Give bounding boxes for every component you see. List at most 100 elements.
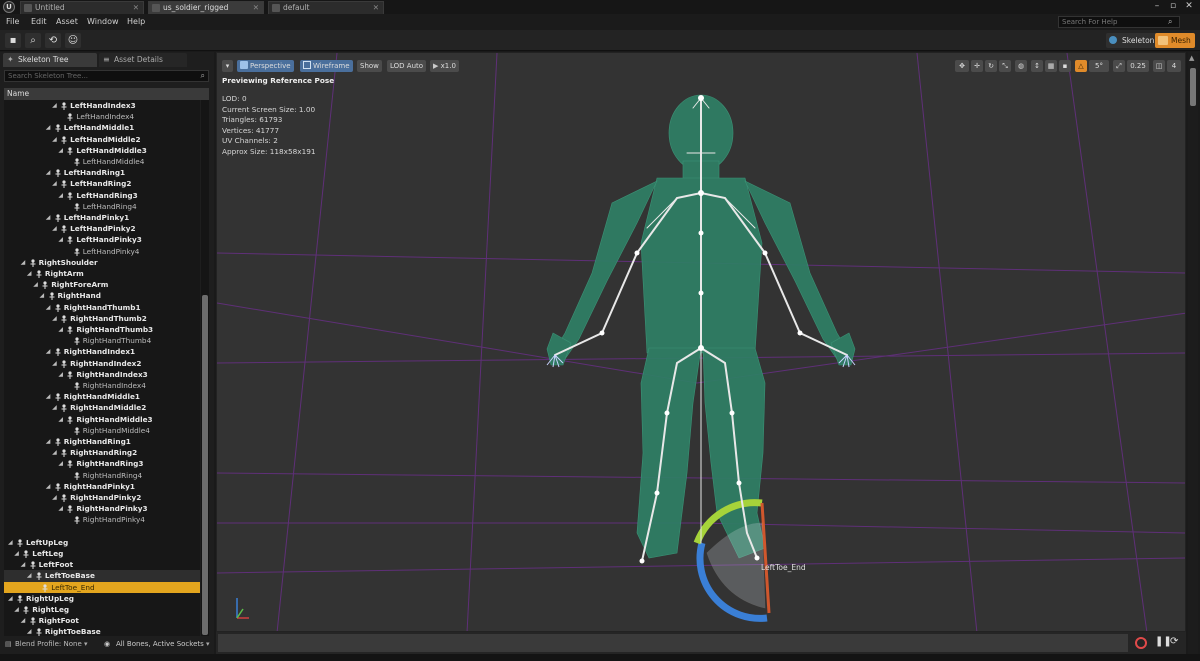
tab-us-soldier-rigged[interactable]: us_soldier_rigged ✕ xyxy=(148,1,264,14)
menu-edit[interactable]: Edit xyxy=(31,16,47,28)
expand-arrow-icon[interactable]: ◢ xyxy=(52,134,57,145)
view-mode-button[interactable]: Wireframe xyxy=(300,60,353,72)
tree-row[interactable]: ◢ RightFoot xyxy=(4,615,200,626)
expand-arrow-icon[interactable]: ◢ xyxy=(58,414,63,425)
tab-untitled[interactable]: Untitled ✕ xyxy=(20,1,144,14)
close-icon[interactable]: ✕ xyxy=(373,2,379,14)
tree-row[interactable]: ◢ RightHandPinky3 xyxy=(4,503,200,514)
expand-arrow-icon[interactable]: ◢ xyxy=(52,447,57,458)
expand-arrow-icon[interactable]: ◢ xyxy=(52,402,57,413)
camera-speed-icon[interactable]: ◫ xyxy=(1153,60,1165,72)
select-mode-icon[interactable]: ✥ xyxy=(955,60,969,72)
tab-skeleton-tree[interactable]: ✦ Skeleton Tree xyxy=(3,53,97,67)
expand-arrow-icon[interactable]: ◢ xyxy=(46,302,51,313)
persona-icon[interactable]: ☺ xyxy=(65,33,81,48)
expand-arrow-icon[interactable]: ◢ xyxy=(46,212,51,223)
viewport-scrollbar[interactable]: ▲ xyxy=(1188,52,1198,660)
play-speed-button[interactable]: ▶ x1.0 xyxy=(430,60,459,72)
minimize-button[interactable]: – xyxy=(1150,1,1164,13)
expand-arrow-icon[interactable]: ◢ xyxy=(52,100,57,111)
expand-arrow-icon[interactable]: ◢ xyxy=(21,615,26,626)
tree-row[interactable]: ◢ LeftUpLeg xyxy=(4,537,200,548)
scroll-up-icon[interactable]: ▲ xyxy=(1189,54,1194,62)
tree-row[interactable]: ◢ LeftHandIndex3 xyxy=(4,100,200,111)
close-window-button[interactable]: ✕ xyxy=(1182,1,1196,13)
expand-arrow-icon[interactable]: ◢ xyxy=(46,346,51,357)
menu-asset[interactable]: Asset xyxy=(56,16,78,28)
preview-viewport[interactable]: ▾ Perspective Wireframe Show LOD Auto ▶ … xyxy=(216,52,1186,632)
expand-arrow-icon[interactable]: ◢ xyxy=(46,481,51,492)
search-icon[interactable]: ⌕ xyxy=(1168,17,1178,27)
expand-arrow-icon[interactable]: ◢ xyxy=(58,234,63,245)
loop-icon[interactable]: ⟳ xyxy=(1170,636,1178,647)
tree-row[interactable]: ◢ RightHandThumb3 xyxy=(4,324,200,335)
tree-row[interactable]: ◢ LeftHandPinky3 xyxy=(4,234,200,245)
tree-row[interactable]: LeftToe_End xyxy=(4,581,200,593)
surface-snap-icon[interactable]: ↕ xyxy=(1031,60,1043,72)
tree-row[interactable]: ◢ LeftFoot xyxy=(4,559,200,570)
find-in-content-browser-icon[interactable]: ⌕ xyxy=(25,33,41,48)
expand-arrow-icon[interactable]: ◢ xyxy=(8,537,13,548)
expand-arrow-icon[interactable]: ◢ xyxy=(58,145,63,156)
record-icon[interactable] xyxy=(1135,637,1147,649)
expand-arrow-icon[interactable]: ◢ xyxy=(52,223,57,234)
blend-profile-dropdown[interactable]: ▤ Blend Profile: None ▾ xyxy=(4,638,88,650)
world-local-icon[interactable]: ◍ xyxy=(1015,60,1027,72)
menu-help[interactable]: Help xyxy=(127,16,145,28)
tab-default[interactable]: default ✕ xyxy=(268,1,384,14)
skeleton-mode-button[interactable]: Skeleton xyxy=(1106,33,1159,48)
tree-row[interactable]: ◢ RightHandRing2 xyxy=(4,447,200,458)
maximize-button[interactable]: ▫ xyxy=(1166,1,1180,13)
rotate-icon[interactable]: ↻ xyxy=(985,60,997,72)
tree-row[interactable]: ◢ LeftHandRing2 xyxy=(4,178,200,189)
expand-arrow-icon[interactable]: ◢ xyxy=(52,358,57,369)
tree-row[interactable]: ◢ LeftHandMiddle1 xyxy=(4,122,200,133)
tree-row[interactable]: ◢ RightHandIndex2 xyxy=(4,358,200,369)
tree-column-header[interactable]: Name xyxy=(4,88,209,100)
scroll-thumb[interactable] xyxy=(202,295,208,635)
show-flags-button[interactable]: Show xyxy=(357,60,382,72)
lod-dropdown[interactable]: LOD Auto xyxy=(387,60,427,72)
tree-row[interactable]: RightHandRing4 xyxy=(4,470,200,481)
expand-arrow-icon[interactable]: ◢ xyxy=(14,548,19,559)
expand-arrow-icon[interactable]: ◢ xyxy=(46,391,51,402)
tree-row[interactable]: ◢ LeftHandPinky1 xyxy=(4,212,200,223)
close-icon[interactable]: ✕ xyxy=(133,2,139,14)
expand-arrow-icon[interactable]: ◢ xyxy=(58,503,63,514)
perspective-button[interactable]: Perspective xyxy=(237,60,294,72)
expand-arrow-icon[interactable]: ◢ xyxy=(27,268,32,279)
tree-row[interactable]: ◢ RightHandThumb2 xyxy=(4,313,200,324)
tree-row[interactable]: ◢ LeftHandRing3 xyxy=(4,190,200,201)
tree-row[interactable]: LeftHandIndex4 xyxy=(4,111,200,122)
scale-snap-icon[interactable]: ⤢ xyxy=(1113,60,1125,72)
bone-tree-list[interactable]: ◢ LeftHandIndex3 LeftHandIndex4 ◢ LeftHandMi… xyxy=(4,100,200,638)
expand-arrow-icon[interactable]: ◢ xyxy=(52,313,57,324)
expand-arrow-icon[interactable]: ◢ xyxy=(27,570,32,581)
expand-arrow-icon[interactable]: ◢ xyxy=(46,436,51,447)
tree-row[interactable] xyxy=(4,526,200,537)
timeline-track[interactable] xyxy=(218,634,1128,652)
tree-row[interactable]: RightHandMiddle4 xyxy=(4,425,200,436)
tree-row[interactable]: ◢ RightLeg xyxy=(4,604,200,615)
rotation-snap-value[interactable]: 5° xyxy=(1089,60,1109,72)
reimport-icon[interactable]: ⟲ xyxy=(45,33,61,48)
translate-icon[interactable]: ✛ xyxy=(971,60,983,72)
tree-row[interactable]: ◢ LeftHandRing1 xyxy=(4,167,200,178)
tree-row[interactable]: ◢ LeftHandMiddle3 xyxy=(4,145,200,156)
scroll-thumb[interactable] xyxy=(1190,68,1196,106)
tree-row[interactable]: ◢ RightArm xyxy=(4,268,200,279)
save-icon[interactable]: ▪ xyxy=(5,33,21,48)
tree-row[interactable]: LeftHandPinky4 xyxy=(4,246,200,257)
scale-snap-value[interactable]: 0.25 xyxy=(1127,60,1149,72)
tree-row[interactable]: ◢ LeftHandPinky2 xyxy=(4,223,200,234)
expand-arrow-icon[interactable]: ◢ xyxy=(52,492,57,503)
close-icon[interactable]: ✕ xyxy=(253,2,259,14)
camera-speed-value[interactable]: 4 xyxy=(1167,60,1181,72)
expand-arrow-icon[interactable]: ◢ xyxy=(21,559,26,570)
expand-arrow-icon[interactable]: ◢ xyxy=(52,178,57,189)
tree-row[interactable]: ◢ LeftLeg xyxy=(4,548,200,559)
tree-row[interactable]: ◢ RightHandMiddle3 xyxy=(4,414,200,425)
tree-row[interactable]: LeftHandRing4 xyxy=(4,201,200,212)
expand-arrow-icon[interactable]: ◢ xyxy=(14,604,19,615)
tree-row[interactable]: RightHandPinky4 xyxy=(4,514,200,525)
